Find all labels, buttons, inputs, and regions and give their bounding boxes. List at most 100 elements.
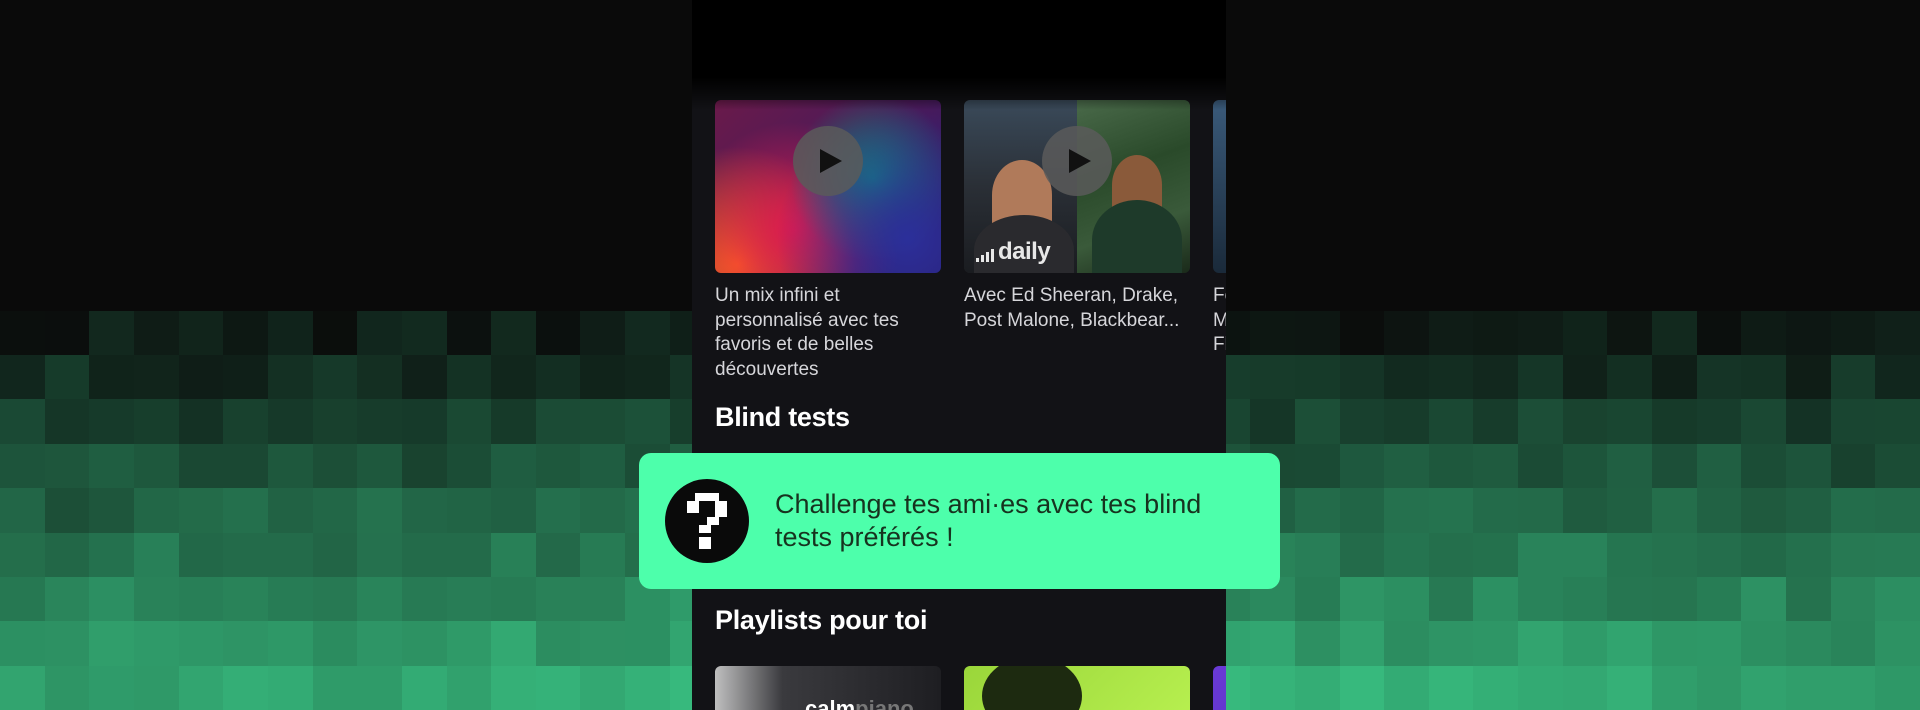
blind-tests-title: Blind tests (715, 402, 850, 432)
bg-pixel (312, 665, 358, 710)
playlist-purple[interactable] (1213, 666, 1226, 710)
bg-pixel (1384, 621, 1429, 666)
bg-pixel (133, 621, 179, 666)
bg-pixel (1562, 576, 1608, 622)
bg-pixel (1384, 133, 1429, 178)
bg-pixel (1830, 355, 1876, 400)
bg-pixel (223, 177, 268, 222)
bg-pixel (1428, 0, 1474, 45)
bg-pixel (1607, 576, 1653, 622)
bg-pixel (625, 621, 670, 666)
bg-pixel (446, 88, 492, 134)
bg-pixel (0, 355, 45, 400)
bg-pixel (535, 310, 581, 355)
bg-pixel (535, 221, 581, 267)
bg-pixel (535, 665, 581, 710)
bg-pixel (446, 488, 492, 533)
bg-pixel (401, 266, 447, 311)
bg-pixel (1786, 399, 1831, 444)
bg-pixel (446, 443, 492, 489)
bg-pixel (1518, 399, 1563, 444)
bg-pixel (401, 576, 447, 622)
bg-pixel (1250, 266, 1295, 311)
bg-pixel (1339, 44, 1385, 89)
bg-pixel (1294, 266, 1340, 311)
third-cover[interactable] (1213, 100, 1226, 273)
flow-cover[interactable] (715, 100, 941, 273)
bg-pixel (357, 133, 402, 178)
bg-pixel (44, 177, 90, 222)
bg-pixel (1294, 88, 1340, 134)
bg-pixel (357, 177, 402, 222)
bg-pixel (357, 355, 402, 400)
bg-pixel (1830, 44, 1876, 89)
bg-pixel (1607, 665, 1653, 710)
bg-pixel (1294, 443, 1340, 489)
bg-pixel (1384, 443, 1429, 489)
bg-pixel (1294, 532, 1340, 577)
bg-pixel (1875, 133, 1920, 178)
bg-pixel (1696, 0, 1742, 45)
bg-pixel (133, 488, 179, 533)
bg-pixel (1741, 665, 1787, 710)
bg-pixel (1786, 221, 1831, 267)
bg-pixel (267, 0, 313, 45)
bg-pixel (1830, 0, 1876, 45)
bg-pixel (580, 488, 626, 533)
bg-pixel (446, 399, 492, 444)
playlist-cover-text: calmpiano (805, 696, 914, 710)
play-icon[interactable] (793, 126, 863, 196)
bg-pixel (1830, 88, 1876, 134)
bg-pixel (1518, 665, 1563, 710)
blind-test-challenge-banner[interactable]: Challenge tes ami·es avec tes blind test… (639, 453, 1280, 589)
bg-pixel (1786, 44, 1831, 89)
bg-pixel (1696, 488, 1742, 533)
playlist-green[interactable] (964, 666, 1190, 710)
daily-cover[interactable]: daily (964, 100, 1190, 273)
bg-pixel (401, 355, 447, 400)
bg-pixel (133, 532, 179, 577)
bg-pixel (1384, 310, 1429, 355)
bg-pixel (178, 532, 224, 577)
bg-pixel (1250, 665, 1295, 710)
bg-pixel (1294, 665, 1340, 710)
bg-pixel (1339, 399, 1385, 444)
bg-pixel (535, 621, 581, 666)
bg-pixel (267, 621, 313, 666)
bg-pixel (312, 88, 358, 134)
bg-pixel (1652, 399, 1697, 444)
bg-pixel (1607, 621, 1653, 666)
bg-pixel (223, 0, 268, 45)
bg-pixel (1339, 621, 1385, 666)
bg-pixel (625, 0, 670, 45)
bg-pixel (1294, 621, 1340, 666)
card-description: Fe M Fl (1213, 285, 1226, 355)
bg-pixel (491, 621, 536, 666)
bg-pixel (1294, 355, 1340, 400)
bg-pixel (133, 310, 179, 355)
bg-pixel (1652, 532, 1697, 577)
bg-pixel (580, 355, 626, 400)
bg-pixel (312, 266, 358, 311)
bg-pixel (178, 221, 224, 267)
bg-pixel (1741, 399, 1787, 444)
bg-pixel (89, 665, 134, 710)
bg-pixel (1652, 310, 1697, 355)
bg-pixel (312, 576, 358, 622)
bg-pixel (1786, 665, 1831, 710)
bg-pixel (0, 576, 45, 622)
bg-pixel (1875, 0, 1920, 45)
bg-pixel (312, 0, 358, 45)
bg-pixel (267, 44, 313, 89)
bg-pixel (223, 310, 268, 355)
playlist-calm-piano[interactable]: calmpiano (715, 666, 941, 710)
bg-pixel (1384, 0, 1429, 45)
bg-pixel (223, 443, 268, 489)
bg-pixel (44, 310, 90, 355)
bg-pixel (44, 488, 90, 533)
bg-pixel (223, 621, 268, 666)
bg-pixel (0, 266, 45, 311)
bg-pixel (1339, 532, 1385, 577)
bg-pixel (357, 665, 402, 710)
play-icon[interactable] (1042, 126, 1112, 196)
